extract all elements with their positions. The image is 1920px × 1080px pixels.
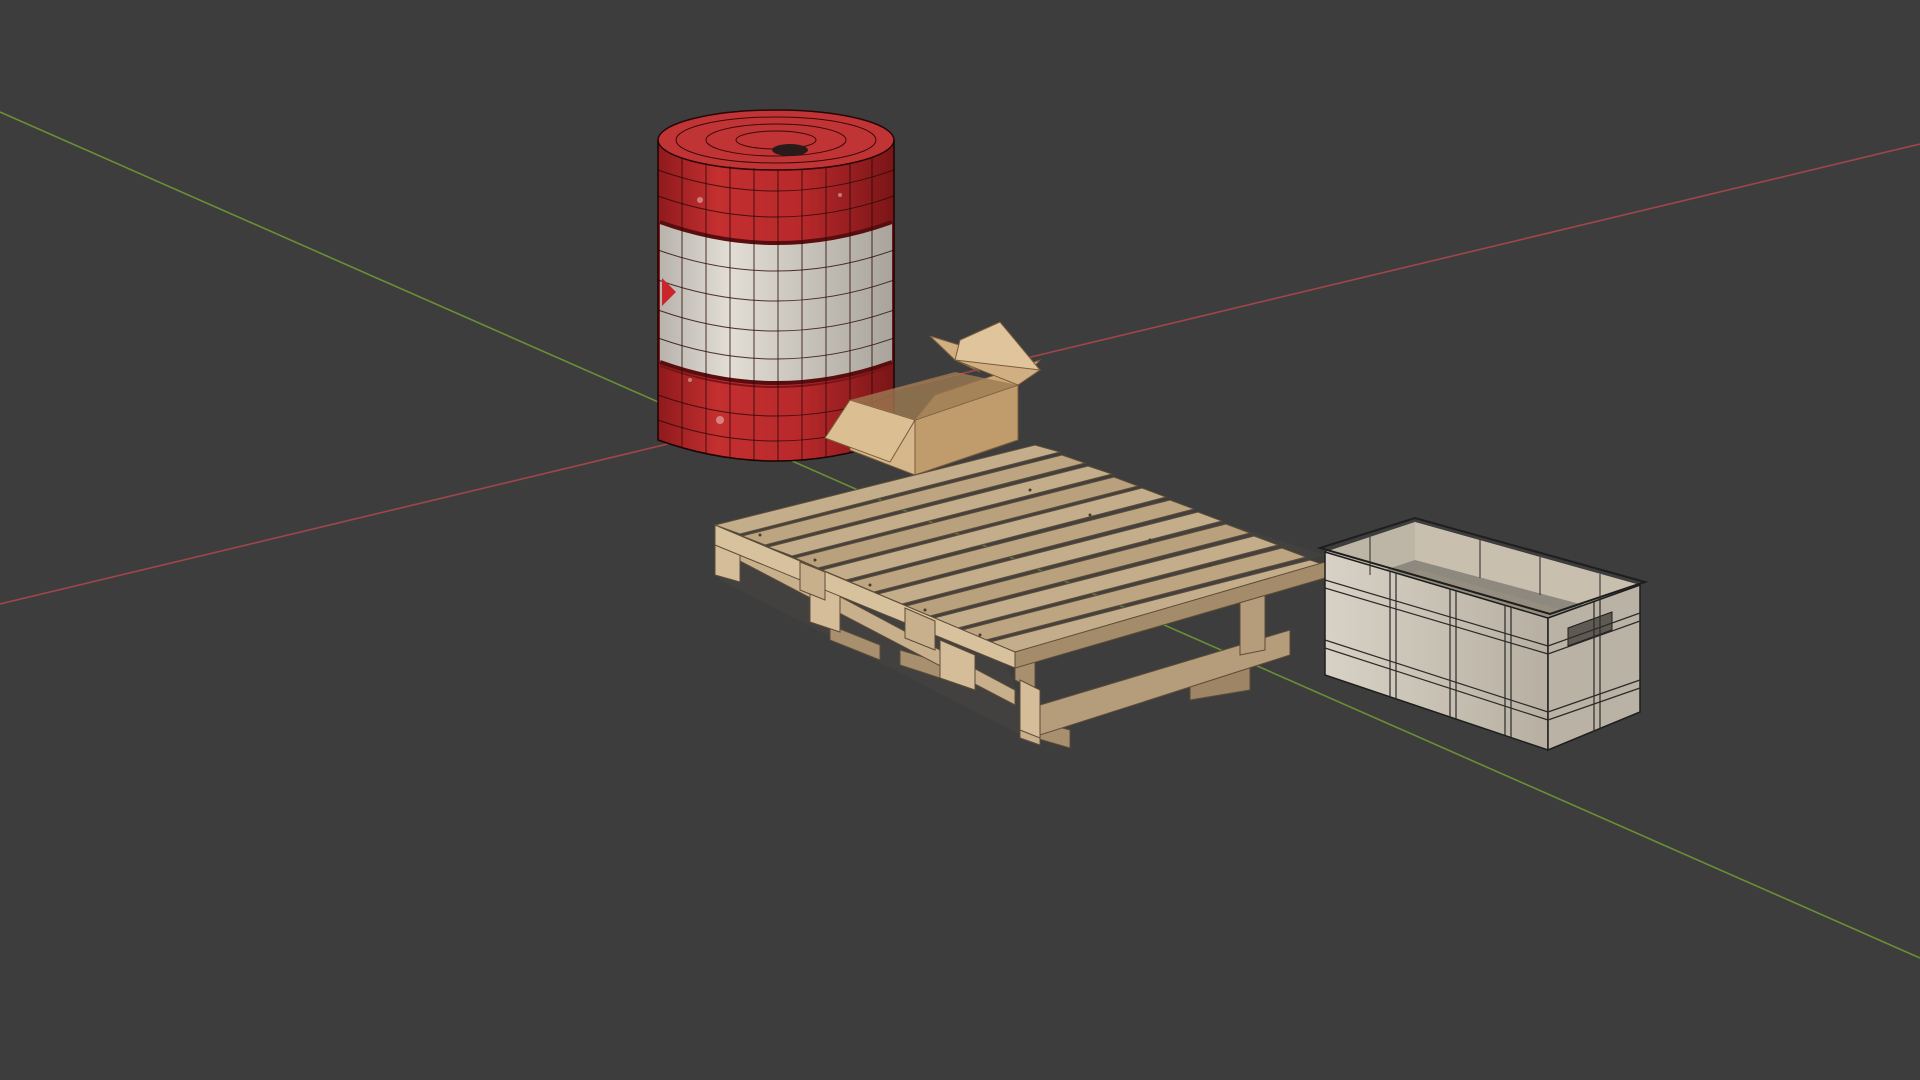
3d-viewport[interactable]: [0, 0, 1920, 1080]
wooden-pallet[interactable]: [713, 444, 1327, 749]
viewport-canvas[interactable]: [0, 0, 1920, 1080]
